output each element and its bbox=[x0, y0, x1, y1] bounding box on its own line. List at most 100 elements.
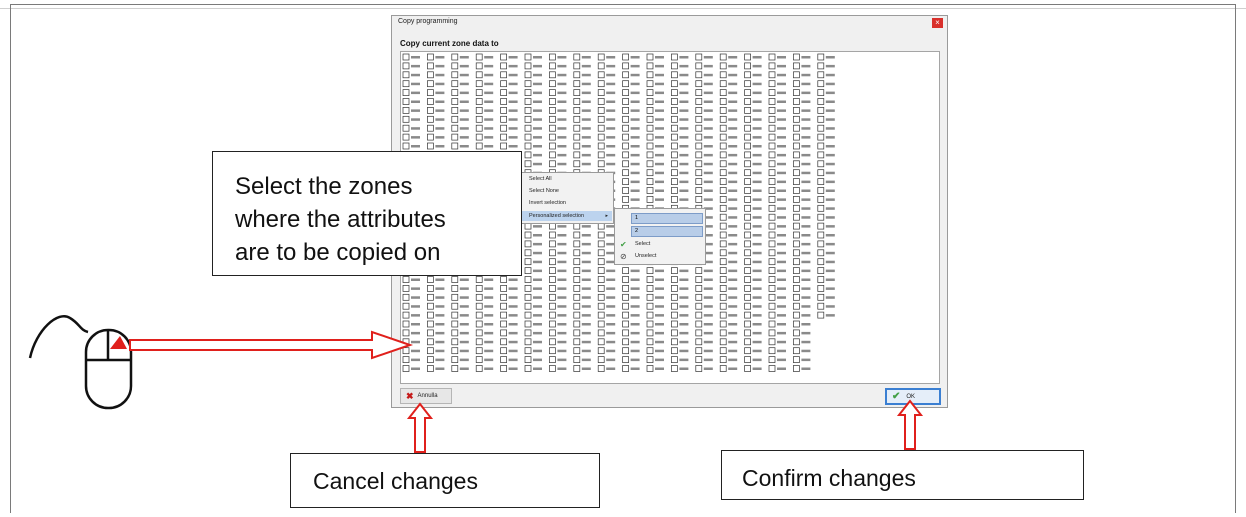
zone-checkbox[interactable] bbox=[622, 356, 629, 363]
zone-checkbox[interactable] bbox=[402, 71, 410, 79]
zone-checkbox[interactable] bbox=[475, 133, 483, 141]
zone-checkbox[interactable] bbox=[793, 365, 800, 372]
zone-checkbox[interactable] bbox=[475, 302, 483, 310]
zone-checkbox[interactable] bbox=[451, 115, 459, 123]
zone-checkbox[interactable] bbox=[719, 222, 727, 230]
zone-checkbox[interactable] bbox=[573, 258, 581, 266]
zone-checkbox[interactable] bbox=[622, 347, 629, 355]
zone-checkbox[interactable] bbox=[475, 293, 483, 301]
zone-checkbox[interactable] bbox=[622, 151, 629, 159]
zone-checkbox[interactable] bbox=[597, 356, 605, 363]
zone-checkbox[interactable] bbox=[549, 240, 556, 248]
zone-checkbox[interactable] bbox=[451, 347, 459, 355]
zone-checkbox[interactable] bbox=[744, 62, 751, 70]
zone-checkbox[interactable] bbox=[646, 311, 654, 319]
zone-checkbox[interactable] bbox=[500, 115, 507, 123]
zone-checkbox[interactable] bbox=[695, 160, 703, 168]
zone-checkbox[interactable] bbox=[524, 142, 532, 150]
zone-checkbox[interactable] bbox=[768, 71, 776, 79]
zone-checkbox[interactable] bbox=[500, 142, 507, 150]
zone-checkbox[interactable] bbox=[451, 302, 459, 310]
zone-checkbox[interactable] bbox=[817, 80, 825, 88]
zone-checkbox[interactable] bbox=[597, 124, 605, 132]
zone-checkbox[interactable] bbox=[817, 302, 825, 310]
zone-checkbox[interactable] bbox=[793, 285, 800, 292]
zone-checkbox[interactable] bbox=[451, 276, 459, 283]
zone-checkbox[interactable] bbox=[427, 80, 434, 88]
zone-checkbox[interactable] bbox=[646, 178, 654, 185]
zone-checkbox[interactable] bbox=[793, 231, 800, 239]
zone-checkbox[interactable] bbox=[597, 240, 605, 248]
zone-checkbox[interactable] bbox=[817, 231, 825, 239]
zone-checkbox[interactable] bbox=[671, 98, 678, 105]
zone-checkbox[interactable] bbox=[402, 302, 410, 310]
zone-checkbox[interactable] bbox=[646, 196, 654, 203]
zone-checkbox[interactable] bbox=[573, 347, 581, 355]
zone-checkbox[interactable] bbox=[793, 196, 800, 203]
zone-checkbox[interactable] bbox=[793, 169, 800, 177]
zone-checkbox[interactable] bbox=[475, 276, 483, 283]
zone-checkbox[interactable] bbox=[549, 311, 556, 319]
zone-checkbox[interactable] bbox=[573, 62, 581, 70]
zone-checkbox[interactable] bbox=[719, 356, 727, 363]
zone-checkbox[interactable] bbox=[719, 98, 727, 105]
zone-checkbox[interactable] bbox=[597, 347, 605, 355]
zone-checkbox[interactable] bbox=[402, 107, 410, 114]
zone-checkbox[interactable] bbox=[427, 356, 434, 363]
zone-checkbox[interactable] bbox=[549, 338, 556, 346]
zone-checkbox[interactable] bbox=[695, 311, 703, 319]
zone-checkbox[interactable] bbox=[475, 98, 483, 105]
zone-checkbox[interactable] bbox=[549, 89, 556, 96]
zone-checkbox[interactable] bbox=[573, 302, 581, 310]
zone-checkbox[interactable] bbox=[695, 98, 703, 105]
zone-checkbox[interactable] bbox=[622, 169, 629, 177]
zone-checkbox[interactable] bbox=[573, 329, 581, 337]
zone-checkbox[interactable] bbox=[451, 365, 459, 372]
zone-checkbox[interactable] bbox=[451, 53, 459, 61]
zone-checkbox[interactable] bbox=[768, 89, 776, 96]
zone-checkbox[interactable] bbox=[793, 258, 800, 266]
zone-checkbox[interactable] bbox=[451, 293, 459, 301]
zone-checkbox[interactable] bbox=[427, 276, 434, 283]
zone-checkbox[interactable] bbox=[817, 89, 825, 96]
zone-checkbox[interactable] bbox=[646, 89, 654, 96]
zone-checkbox[interactable] bbox=[744, 329, 751, 337]
zone-checkbox[interactable] bbox=[646, 124, 654, 132]
zone-checkbox[interactable] bbox=[793, 347, 800, 355]
zone-checkbox[interactable] bbox=[744, 267, 751, 274]
zone-checkbox[interactable] bbox=[597, 302, 605, 310]
zone-checkbox[interactable] bbox=[719, 80, 727, 88]
zone-checkbox[interactable] bbox=[451, 124, 459, 132]
zone-checkbox[interactable] bbox=[646, 276, 654, 283]
zone-checkbox[interactable] bbox=[695, 320, 703, 328]
zone-checkbox[interactable] bbox=[597, 231, 605, 239]
zone-checkbox[interactable] bbox=[451, 80, 459, 88]
zone-checkbox[interactable] bbox=[719, 347, 727, 355]
zone-checkbox[interactable] bbox=[646, 53, 654, 61]
zone-checkbox[interactable] bbox=[817, 204, 825, 212]
zone-checkbox[interactable] bbox=[768, 115, 776, 123]
zone-checkbox[interactable] bbox=[719, 62, 727, 70]
zone-checkbox[interactable] bbox=[524, 160, 532, 168]
zone-checkbox[interactable] bbox=[549, 53, 556, 61]
zone-checkbox[interactable] bbox=[817, 178, 825, 185]
zone-checkbox[interactable] bbox=[549, 107, 556, 114]
zone-checkbox[interactable] bbox=[524, 80, 532, 88]
zone-checkbox[interactable] bbox=[695, 338, 703, 346]
zone-checkbox[interactable] bbox=[695, 133, 703, 141]
zone-checkbox[interactable] bbox=[695, 267, 703, 274]
zone-checkbox[interactable] bbox=[500, 311, 507, 319]
zone-checkbox[interactable] bbox=[451, 285, 459, 292]
zone-checkbox[interactable] bbox=[768, 98, 776, 105]
zone-checkbox[interactable] bbox=[524, 53, 532, 61]
zone-checkbox[interactable] bbox=[768, 151, 776, 159]
zone-checkbox[interactable] bbox=[768, 267, 776, 274]
zone-checkbox[interactable] bbox=[524, 249, 532, 257]
zone-checkbox[interactable] bbox=[768, 107, 776, 114]
zone-checkbox[interactable] bbox=[549, 285, 556, 292]
zone-checkbox[interactable] bbox=[793, 311, 800, 319]
zone-checkbox[interactable] bbox=[671, 133, 678, 141]
zone-checkbox[interactable] bbox=[500, 133, 507, 141]
zone-checkbox[interactable] bbox=[719, 53, 727, 61]
zone-checkbox[interactable] bbox=[451, 356, 459, 363]
